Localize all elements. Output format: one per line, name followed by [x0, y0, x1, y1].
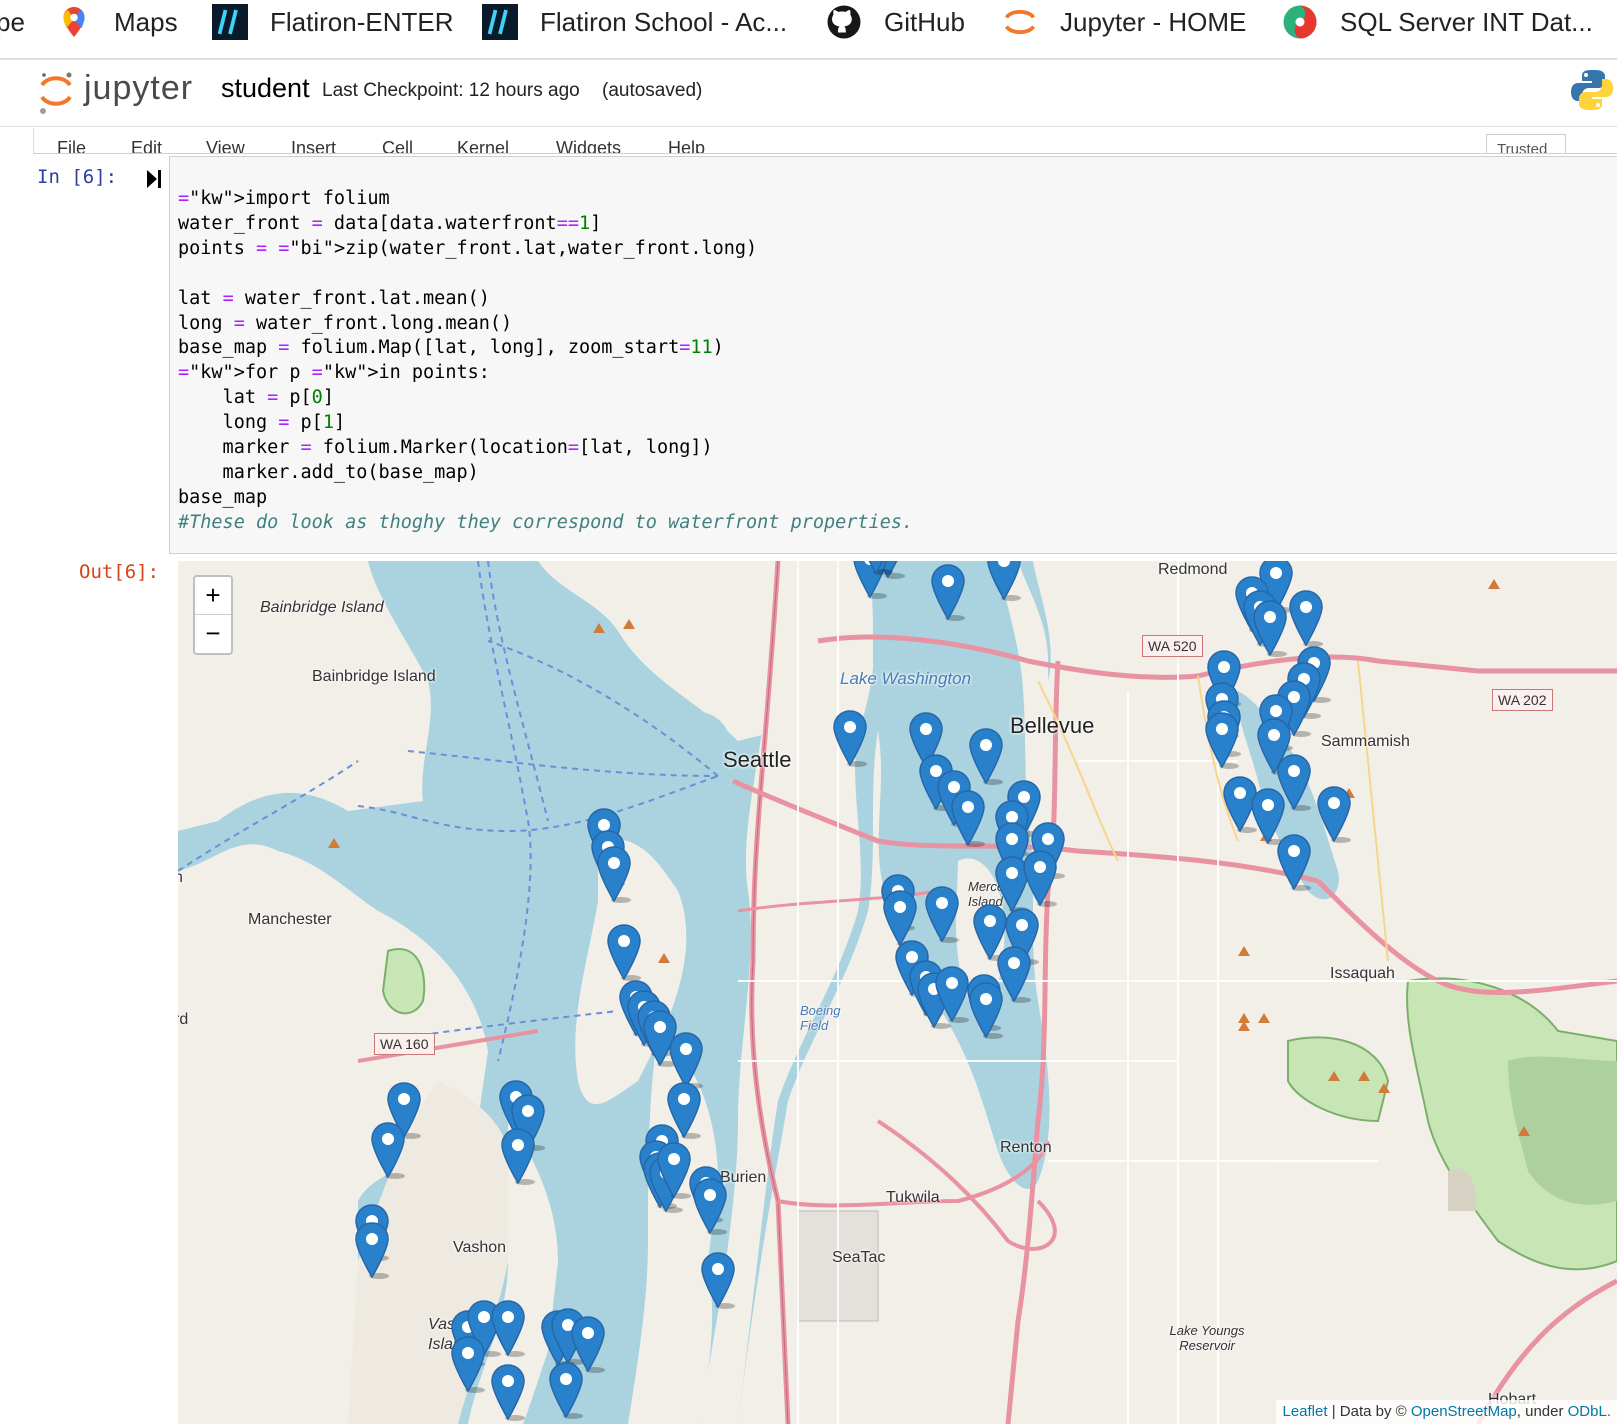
label-edge-n: n [178, 869, 183, 886]
menu-help[interactable]: Help [668, 138, 705, 154]
map-marker[interactable] [831, 709, 869, 767]
python-kernel-icon [1571, 70, 1613, 110]
label-lake-washington: Lake Washington [840, 669, 972, 688]
map-marker[interactable] [923, 885, 961, 943]
map-marker[interactable] [929, 563, 967, 621]
label-bainbridge-island: Bainbridge Island [312, 668, 436, 685]
map-marker[interactable] [967, 981, 1005, 1039]
run-cell-icon[interactable] [145, 168, 163, 190]
bookmark-truncated[interactable]: pe [0, 0, 25, 44]
jupyter-wordmark: jupyter [84, 69, 194, 107]
map-marker[interactable] [1203, 711, 1241, 769]
map-marker[interactable] [1251, 599, 1289, 657]
map-marker[interactable] [605, 923, 643, 981]
input-prompt: In [6]: [37, 166, 118, 188]
odbl-link[interactable]: ODbL. [1568, 1403, 1611, 1420]
map-marker[interactable] [1315, 785, 1353, 843]
jupyter-logo-icon[interactable] [38, 67, 74, 115]
map-marker[interactable] [369, 1121, 407, 1179]
flatiron-icon [212, 4, 248, 40]
code-editor[interactable]: ="kw">import folium water_front = data[d… [169, 156, 1617, 554]
label-sammamish: Sammamish [1321, 733, 1410, 750]
bookmark-flatiron-enter[interactable]: Flatiron-ENTER [212, 0, 453, 44]
map-attribution: Leaflet | Data by © OpenStreetMap, under… [1276, 1400, 1617, 1424]
bookmark-maps[interactable]: Maps [56, 0, 178, 44]
label-lake-youngs: Lake Youngs Reservoir [1169, 1323, 1245, 1353]
checkpoint-status: Last Checkpoint: 12 hours ago [322, 80, 580, 101]
label-edge-rd: rd [178, 1011, 189, 1028]
label-seatac: SeaTac [832, 1249, 886, 1266]
label-bainbridge-water: Bainbridge Island [260, 599, 384, 616]
map-marker[interactable] [499, 1127, 537, 1185]
menu-view[interactable]: View [206, 138, 245, 154]
label-seattle: Seattle [723, 747, 792, 772]
label-issaquah: Issaquah [1330, 965, 1395, 982]
jupyter-header: jupyter student Last Checkpoint: 12 hour… [0, 61, 1617, 127]
map-marker[interactable] [449, 1335, 487, 1393]
bookmark-github[interactable]: GitHub [826, 0, 965, 44]
menu-kernel[interactable]: Kernel [457, 138, 509, 154]
highway-shield-wa160: WA 160 [374, 1033, 435, 1055]
bookmark-flatiron-school[interactable]: Flatiron School - Ac... [482, 0, 787, 44]
attribution-under: , under [1516, 1403, 1568, 1420]
map-marker[interactable] [691, 1177, 729, 1235]
menu-file[interactable]: File [57, 138, 86, 154]
label-tukwila: Tukwila [886, 1189, 940, 1206]
attribution-text: | Data by © [1327, 1403, 1411, 1420]
map-marker[interactable] [1275, 833, 1313, 891]
bookmark-jupyter-home[interactable]: Jupyter - HOME [1002, 0, 1246, 44]
notebook-name[interactable]: student [221, 73, 310, 104]
code-text[interactable]: ="kw">import folium water_front = data[d… [178, 187, 913, 536]
bookmark-sql-server[interactable]: SQL Server INT Dat... [1282, 0, 1593, 44]
menu-edit[interactable]: Edit [131, 138, 162, 154]
output-prompt: Out[6]: [79, 561, 160, 583]
map-marker[interactable] [595, 845, 633, 903]
zoom-in-button[interactable]: + [195, 577, 231, 615]
map-marker[interactable] [699, 1251, 737, 1309]
label-bellevue: Bellevue [1010, 713, 1095, 738]
label-redmond: Redmond [1158, 561, 1228, 578]
menubar: File Edit View Insert Cell Kernel Widget… [33, 128, 1617, 154]
map-marker[interactable] [985, 561, 1023, 601]
menu-widgets[interactable]: Widgets [556, 138, 621, 154]
autosave-status: (autosaved) [602, 80, 703, 101]
label-manchester: Manchester [248, 911, 332, 928]
menubar-divider [33, 153, 1617, 154]
google-maps-icon [63, 7, 85, 37]
osm-link[interactable]: OpenStreetMap [1411, 1403, 1517, 1420]
map-marker[interactable] [489, 1299, 527, 1357]
label-renton: Renton [1000, 1139, 1052, 1156]
trusted-badge[interactable]: Trusted [1486, 134, 1566, 154]
map-marker[interactable] [949, 789, 987, 847]
highway-shield-wa202: WA 202 [1492, 689, 1553, 711]
zoom-control: + − [193, 575, 233, 655]
map-marker[interactable] [353, 1221, 391, 1279]
label-vashon: Vashon [453, 1239, 507, 1256]
zoom-out-button[interactable]: − [195, 615, 231, 653]
map-marker[interactable] [857, 561, 895, 575]
bookmarks-bar: pe Maps Flatiron-ENTER Flatiron School -… [0, 0, 1617, 60]
map-marker[interactable] [547, 1361, 585, 1419]
map-marker[interactable] [1287, 589, 1325, 647]
highway-shield-wa520: WA 520 [1142, 635, 1203, 657]
map-marker[interactable] [489, 1363, 527, 1421]
flatiron-icon [482, 4, 518, 40]
sql-icon [1283, 5, 1317, 39]
code-comment: #These do look as thoghy they correspond… [178, 511, 914, 533]
label-boeing-field: Boeing Field [800, 1003, 841, 1033]
github-icon [827, 5, 861, 39]
leaflet-link[interactable]: Leaflet [1282, 1403, 1327, 1420]
menu-cell[interactable]: Cell [382, 138, 413, 154]
map-marker[interactable] [1021, 849, 1059, 907]
folium-map[interactable]: Bainbridge Island Bainbridge Island Seat… [178, 561, 1617, 1424]
menu-insert[interactable]: Insert [291, 138, 336, 154]
jupyter-icon [1004, 10, 1036, 34]
